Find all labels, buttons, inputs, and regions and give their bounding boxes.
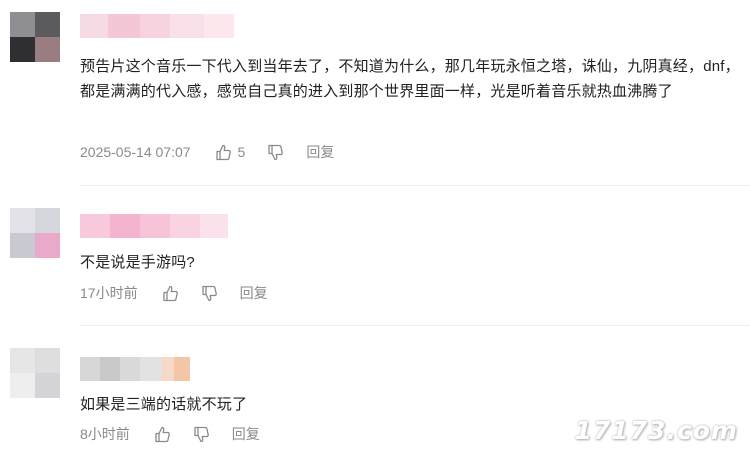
thumbs-up-icon — [162, 285, 179, 302]
username-blurred[interactable] — [80, 214, 228, 238]
divider — [80, 185, 750, 186]
dislike-button[interactable] — [267, 144, 284, 161]
watermark-logo: 17173.com — [574, 416, 738, 445]
like-button[interactable] — [162, 285, 179, 302]
avatar[interactable] — [10, 348, 60, 398]
comment-text: 不是说是手游吗? — [80, 254, 195, 271]
comment-time: 17小时前 — [80, 285, 138, 301]
reply-button[interactable]: 回复 — [240, 283, 268, 303]
avatar[interactable] — [10, 12, 60, 62]
comment-text: 如果是三端的话就不玩了 — [80, 396, 248, 413]
reply-button[interactable]: 回复 — [306, 142, 334, 162]
comment-time: 8小时前 — [80, 426, 130, 442]
username-blurred[interactable] — [80, 357, 190, 381]
divider — [80, 325, 750, 326]
thumbs-down-icon — [267, 144, 284, 161]
comment-meta: 2025-05-14 07:07 5 回复 — [80, 141, 334, 163]
dislike-button[interactable] — [193, 426, 210, 443]
thumbs-down-icon — [193, 426, 210, 443]
reply-button[interactable]: 回复 — [232, 424, 260, 444]
dislike-button[interactable] — [201, 285, 218, 302]
like-count: 5 — [237, 144, 246, 160]
thumbs-up-icon — [215, 144, 232, 161]
comment-time: 2025-05-14 07:07 — [80, 144, 191, 160]
comment-meta: 8小时前 回复 — [80, 423, 260, 445]
avatar[interactable] — [10, 208, 60, 258]
like-button[interactable]: 5 — [215, 144, 246, 161]
thumbs-down-icon — [201, 285, 218, 302]
comment-text: 预告片这个音乐一下代入到当年去了，不知道为什么，那几年玩永恒之塔，诛仙，九阴真经… — [80, 58, 740, 100]
comment-meta: 17小时前 回复 — [80, 282, 268, 304]
like-button[interactable] — [154, 426, 171, 443]
username-blurred[interactable] — [80, 14, 234, 38]
thumbs-up-icon — [154, 426, 171, 443]
